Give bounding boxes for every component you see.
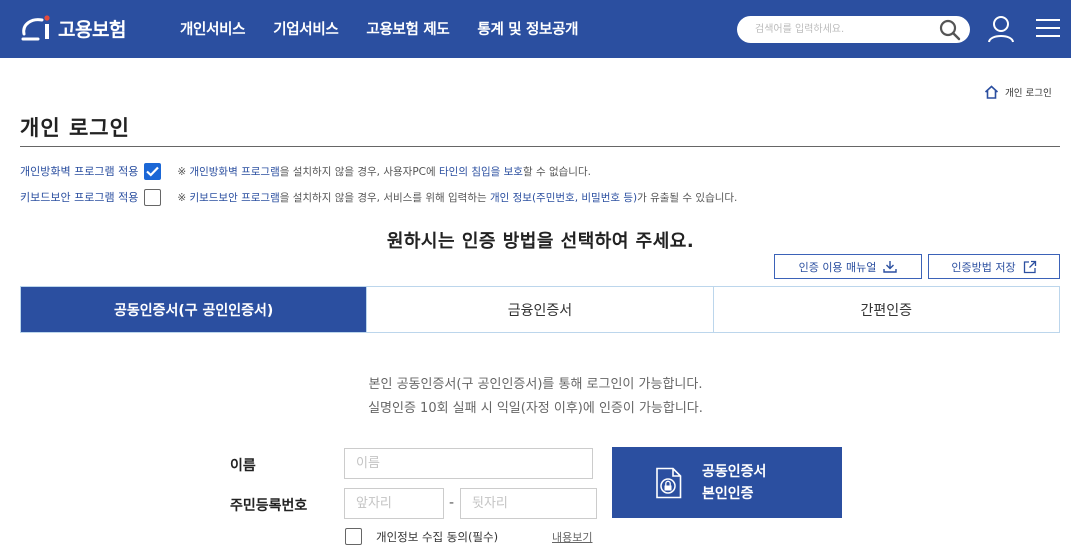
- rrn-back-input[interactable]: [460, 488, 597, 519]
- keyboard-security-checkbox[interactable]: [144, 188, 162, 206]
- cert-button-line2: 본인인증: [702, 485, 754, 502]
- auth-manual-button[interactable]: 인증 이용 매뉴얼: [774, 254, 922, 279]
- main-nav: 개인서비스 기업서비스 고용보험 제도 통계 및 정보공개: [180, 18, 606, 39]
- rrn-front-input[interactable]: [344, 488, 444, 519]
- tab-financial-certificate[interactable]: 금융인증서: [367, 287, 714, 332]
- firewall-row: 개인방화벽 프로그램 적용 ※ 개인방화벽 프로그램을 설치하지 않을 경우, …: [20, 162, 591, 180]
- joint-certificate-auth-button[interactable]: 공동인증서 본인인증: [612, 447, 842, 518]
- download-icon: [883, 261, 898, 273]
- logo-mark-icon: [21, 15, 50, 41]
- cert-button-line1: 공동인증서: [702, 463, 767, 480]
- rrn-label: 주민등록번호: [230, 498, 308, 514]
- external-link-icon: [1023, 260, 1036, 273]
- tab-simple-auth[interactable]: 간편인증: [713, 287, 1059, 332]
- hamburger-menu-icon[interactable]: [1036, 18, 1060, 42]
- firewall-checkbox[interactable]: [144, 162, 162, 180]
- certificate-lock-icon: [656, 467, 682, 498]
- checkmark-icon: [146, 166, 160, 177]
- description-line-2: 실명인증 10회 실패 시 익일(자정 이후)에 인증이 가능합니다.: [368, 401, 703, 416]
- breadcrumb-current: 개인 로그인: [1005, 88, 1052, 99]
- nav-personal-services[interactable]: 개인서비스: [180, 18, 246, 39]
- firewall-note: ※ 개인방화벽 프로그램을 설치하지 않을 경우, 사용자PC에 타인의 침입을…: [177, 165, 591, 178]
- nav-statistics[interactable]: 통계 및 정보공개: [477, 18, 578, 39]
- auth-tabs: 공동인증서(구 공인인증서) 금융인증서 간편인증: [20, 286, 1060, 333]
- site-logo[interactable]: 고용보험: [20, 12, 126, 44]
- rrn-separator: -: [449, 495, 455, 511]
- nav-insurance-system[interactable]: 고용보험 제도: [366, 18, 449, 39]
- nav-business-services[interactable]: 기업서비스: [273, 18, 339, 39]
- privacy-consent[interactable]: 개인정보 수집 동의(필수): [345, 528, 498, 545]
- title-divider: [20, 146, 1060, 147]
- firewall-label: 개인방화벽 프로그램 적용: [20, 165, 139, 178]
- privacy-consent-label: 개인정보 수집 동의(필수): [376, 529, 499, 544]
- home-icon[interactable]: [984, 85, 999, 99]
- keyboard-security-note: ※ 키보드보안 프로그램을 설치하지 않을 경우, 서비스를 위해 입력하는 개…: [177, 191, 738, 204]
- logo-text: 고용보험: [58, 18, 126, 41]
- description-line-1: 본인 공동인증서(구 공인인증서)를 통해 로그인이 가능합니다.: [368, 377, 703, 392]
- name-input[interactable]: [344, 448, 593, 479]
- keyboard-security-label: 키보드보안 프로그램 적용: [20, 191, 139, 204]
- keyboard-security-row: 키보드보안 프로그램 적용 ※ 키보드보안 프로그램을 설치하지 않을 경우, …: [20, 188, 737, 206]
- top-header: 고용보험 개인서비스 기업서비스 고용보험 제도 통계 및 정보공개: [0, 0, 1071, 58]
- search-icon[interactable]: [939, 19, 961, 45]
- save-auth-method-button[interactable]: 인증방법 저장: [928, 254, 1060, 279]
- search-box: [737, 16, 970, 43]
- page-title: 개인 로그인: [20, 116, 130, 140]
- view-terms-link[interactable]: 내용보기: [552, 529, 592, 545]
- tab-joint-certificate[interactable]: 공동인증서(구 공인인증서): [21, 287, 368, 332]
- breadcrumb: 개인 로그인: [984, 85, 1052, 99]
- user-icon[interactable]: [986, 15, 1016, 47]
- name-label: 이름: [230, 458, 256, 474]
- auth-method-heading: 원하시는 인증 방법을 선택하여 주세요.: [386, 231, 695, 252]
- search-input[interactable]: [755, 21, 925, 38]
- privacy-consent-checkbox[interactable]: [345, 528, 362, 545]
